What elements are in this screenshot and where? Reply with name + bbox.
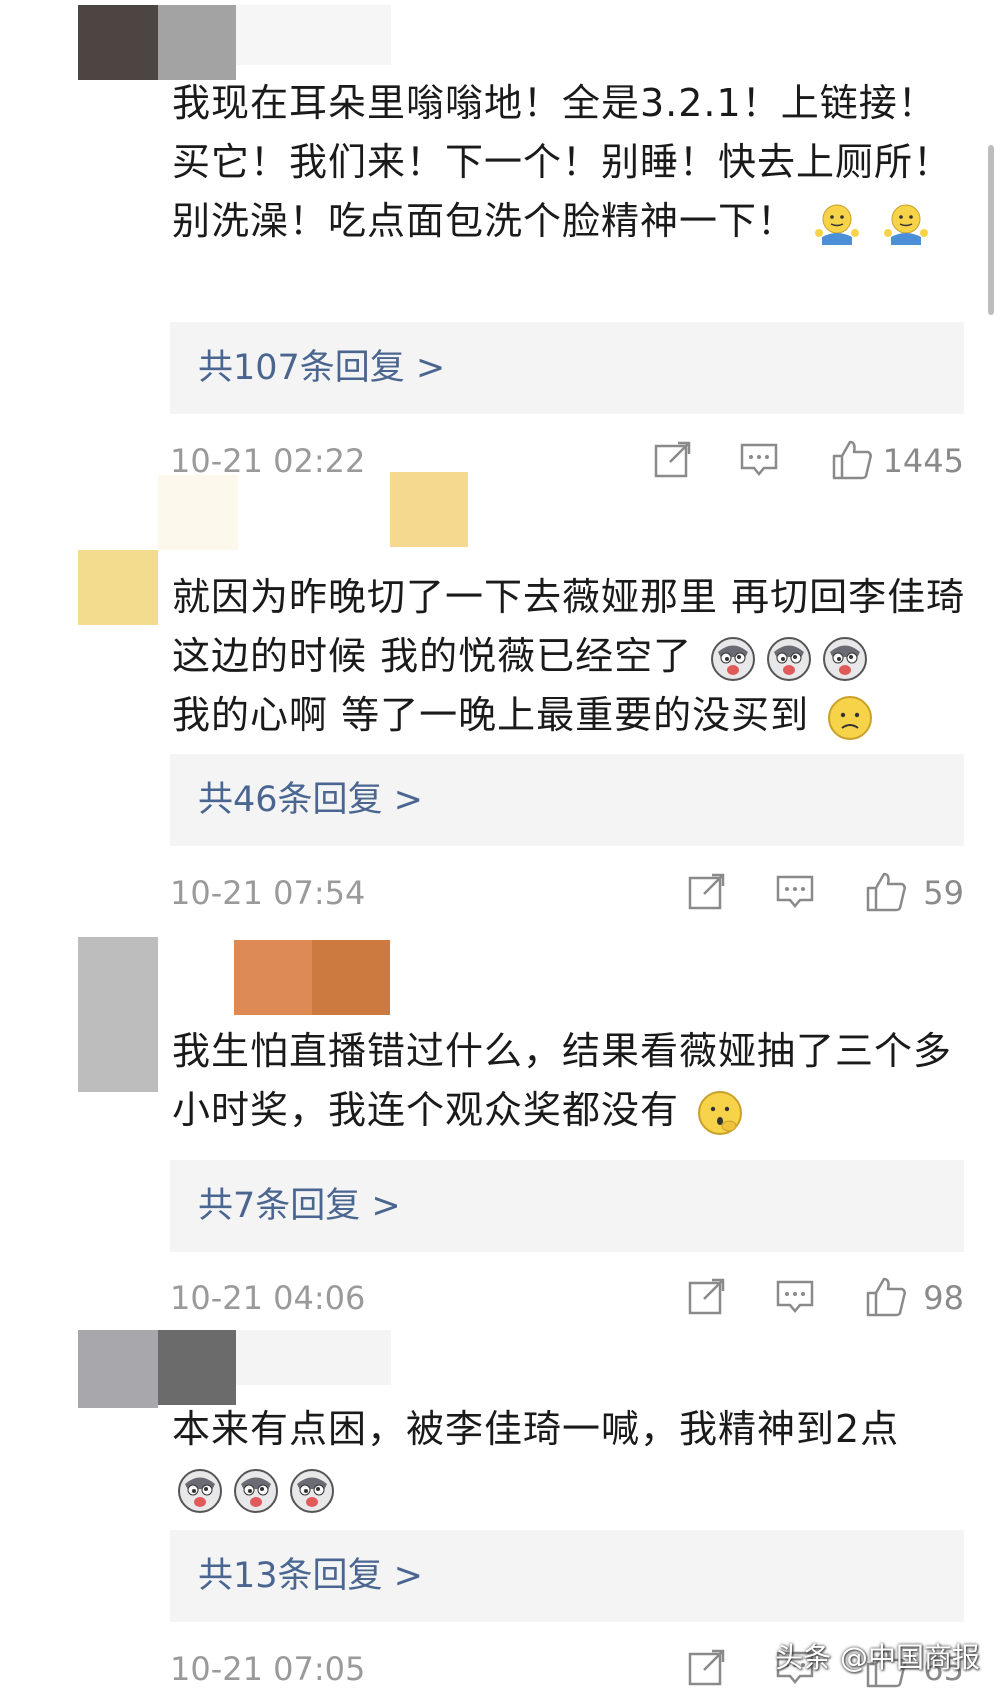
timestamp: 10-21 07:05 xyxy=(170,1650,366,1688)
like-icon[interactable] xyxy=(864,870,908,918)
comment-text: 就因为昨晚切了一下去薇娅那里 再切回李佳琦这边的时候 我的悦薇已经空了 我的心啊… xyxy=(172,568,972,745)
husky-emoji-icon xyxy=(231,1466,281,1516)
comment-text: 我现在耳朵里嗡嗡地！全是3.2.1！上链接！买它！我们来！下一个！别睡！快去上厕… xyxy=(172,74,972,251)
view-replies-link[interactable]: 共46条回复 > xyxy=(198,776,423,824)
husky-emoji-icon xyxy=(820,634,870,684)
comment-meta: 10-21 07:54 59 xyxy=(170,870,964,920)
share-icon[interactable] xyxy=(686,1646,728,1692)
husky-emoji-icon xyxy=(287,1466,337,1516)
avatar[interactable] xyxy=(78,5,158,80)
husky-emoji-icon xyxy=(764,634,814,684)
username-blurred xyxy=(234,940,312,1015)
sad-emoji-icon xyxy=(825,693,875,743)
like-icon[interactable] xyxy=(830,438,874,486)
username-blurred xyxy=(158,475,238,550)
username-blurred[interactable] xyxy=(158,1330,236,1405)
like-count: 1445 xyxy=(882,442,964,480)
shrug-emoji-icon xyxy=(881,199,931,249)
husky-emoji-icon xyxy=(708,634,758,684)
scrollbar[interactable] xyxy=(988,145,994,315)
comment-text: 本来有点困，被李佳琦一喊，我精神到2点 xyxy=(172,1400,972,1518)
shrug-emoji-icon xyxy=(812,199,862,249)
avatar[interactable] xyxy=(78,937,158,1092)
username-blurred xyxy=(236,1330,391,1385)
comment-meta: 10-21 02:22 1445 xyxy=(170,438,964,488)
username-blurred xyxy=(236,5,391,65)
comment-icon[interactable] xyxy=(774,1275,816,1321)
comment-icon[interactable] xyxy=(738,438,780,484)
watermark: 头条 @中国商报 xyxy=(775,1641,980,1674)
avatar[interactable] xyxy=(78,550,158,625)
husky-emoji-icon xyxy=(175,1466,225,1516)
reply-box[interactable]: 共46条回复 > xyxy=(170,754,964,846)
share-icon[interactable] xyxy=(686,870,728,916)
like-count: 98 xyxy=(923,1279,964,1317)
username-blurred[interactable] xyxy=(390,472,468,547)
reply-box[interactable]: 共7条回复 > xyxy=(170,1160,964,1252)
timestamp: 10-21 07:54 xyxy=(170,874,366,912)
comment-text: 我生怕直播错过什么，结果看薇娅抽了三个多小时奖，我连个观众奖都没有 xyxy=(172,1022,972,1140)
comment-icon[interactable] xyxy=(774,870,816,916)
reply-box[interactable]: 共13条回复 > xyxy=(170,1530,964,1622)
username-blurred[interactable] xyxy=(312,940,390,1015)
username-blurred[interactable] xyxy=(158,5,236,80)
like-count: 59 xyxy=(923,874,964,912)
comment-meta: 10-21 04:06 98 xyxy=(170,1275,964,1325)
like-icon[interactable] xyxy=(864,1275,908,1323)
avatar[interactable] xyxy=(78,1330,158,1408)
share-icon[interactable] xyxy=(686,1275,728,1321)
view-replies-link[interactable]: 共13条回复 > xyxy=(198,1552,423,1600)
view-replies-link[interactable]: 共107条回复 > xyxy=(198,344,445,392)
reply-box[interactable]: 共107条回复 > xyxy=(170,322,964,414)
shy-emoji-icon xyxy=(695,1088,745,1138)
timestamp: 10-21 04:06 xyxy=(170,1279,366,1317)
share-icon[interactable] xyxy=(652,438,694,484)
view-replies-link[interactable]: 共7条回复 > xyxy=(198,1182,401,1230)
